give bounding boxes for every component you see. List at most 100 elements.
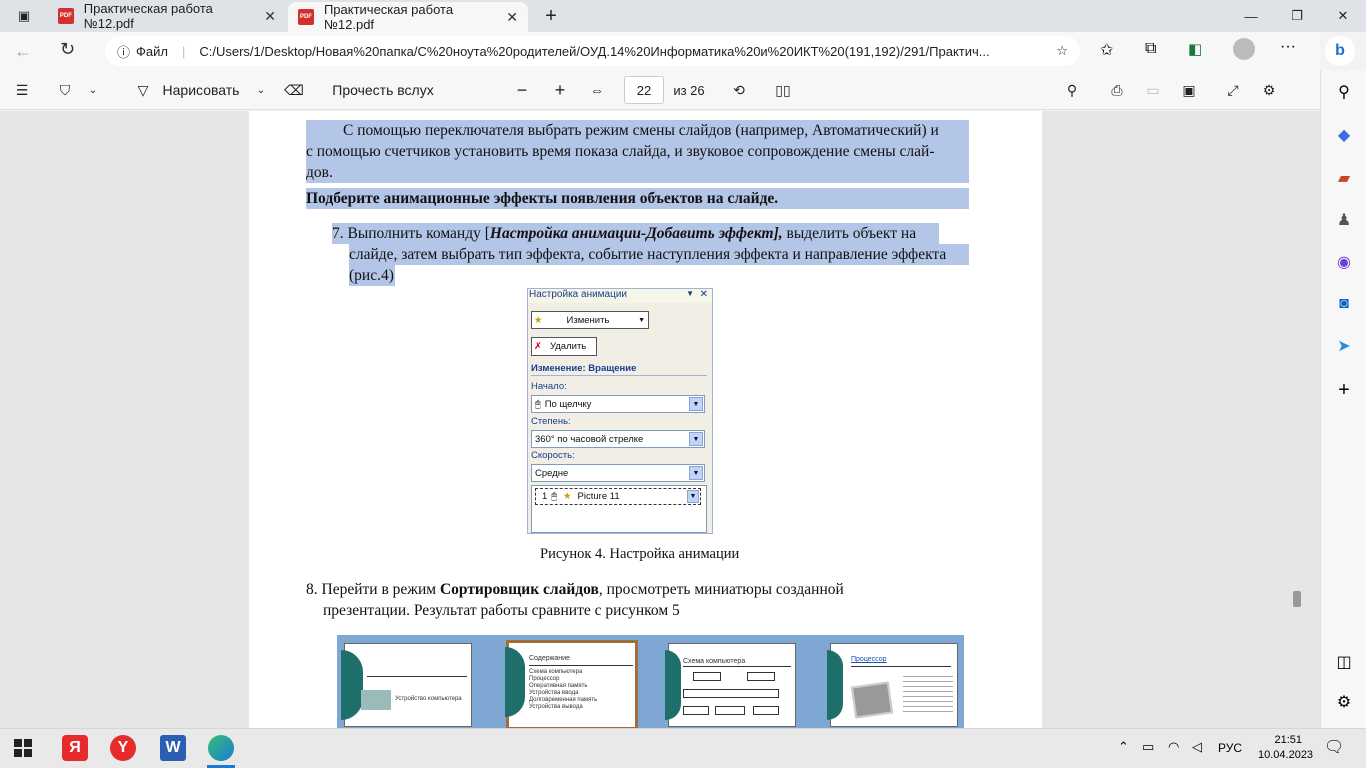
slide-thumbnail-selected: Содержание Схема компьютера Процессор Опер… [505, 640, 638, 728]
restore-icon[interactable]: ❐ [1274, 0, 1320, 32]
notifications-icon[interactable]: 🗨 [1324, 737, 1344, 757]
start-select: 🖱 По щелчку ▼ [531, 395, 705, 413]
chevron-down-icon[interactable]: ⌄ [252, 70, 270, 110]
search-icon[interactable]: ⚲ [1321, 72, 1366, 112]
shopping-tag-icon[interactable]: ◆ [1321, 115, 1366, 155]
figure-caption: Рисунок 4. Настройка анимации [540, 546, 740, 562]
rotate-icon[interactable]: ⟲ [728, 70, 750, 110]
section-heading: Подберите анимационные эффекты появления… [306, 188, 969, 209]
diagram-box [683, 689, 779, 698]
close-window-icon[interactable]: ✕ [1320, 0, 1366, 32]
divider: | [181, 43, 186, 59]
file-label: Файл [136, 43, 168, 59]
new-tab-icon[interactable]: + [528, 0, 574, 32]
chevron-down-icon: ▼ [689, 397, 703, 411]
change-button: ★ Изменить ▼ [531, 311, 649, 329]
zoom-out-icon[interactable]: − [510, 70, 534, 110]
chevron-up-icon[interactable]: ⌃ [1118, 739, 1129, 755]
page-view-icon[interactable]: ▯▯ [772, 70, 794, 110]
delete-button: ✗ Удалить [531, 337, 597, 356]
collections-icon[interactable]: ⧉ [1145, 40, 1156, 58]
diagram-box [747, 672, 775, 681]
highlight-icon[interactable]: ⛉ [50, 70, 80, 110]
draw-icon[interactable]: ▽ [130, 70, 156, 110]
word-icon[interactable]: W [160, 735, 186, 761]
language-indicator[interactable]: РУС [1218, 741, 1242, 755]
battery-icon[interactable]: ▭ [1142, 739, 1154, 755]
volume-icon[interactable]: ◁ [1192, 739, 1202, 755]
step-7-line: 7. Выполнить команду [Настройка анимации… [332, 223, 939, 244]
close-icon: ✕ [699, 289, 708, 300]
add-icon[interactable]: + [1321, 370, 1366, 410]
chevron-down-icon: ▼ [689, 432, 703, 446]
processor-chip-icon [850, 681, 894, 719]
paragraph-line: (рис.4) [349, 265, 395, 286]
tab-2-label: Практическая работа №12.pdf [323, 2, 454, 32]
draw-button[interactable]: Нарисовать [160, 70, 242, 110]
settings-gear-icon[interactable]: ⚙ [1321, 682, 1366, 722]
fit-page-icon[interactable]: ⇔ [585, 70, 609, 110]
tab-strip: ▣ PDF Практическая работа №12.pdf ✕ PDF … [0, 0, 1366, 32]
slide-title: Схема компьютера [683, 658, 746, 665]
tools-icon[interactable]: ▰ [1321, 158, 1366, 198]
avatar[interactable] [1233, 38, 1255, 60]
dropdown-icon: ▼ [638, 316, 645, 324]
minimize-icon[interactable]: — [1228, 0, 1274, 32]
fullscreen-icon[interactable]: ⤢ [1222, 70, 1244, 110]
divider [851, 666, 951, 667]
back-icon[interactable]: ← [14, 41, 32, 62]
split-view-icon[interactable]: ◫ [1321, 642, 1366, 682]
tab-2-active[interactable]: PDF Практическая работа №12.pdf ✕ [288, 2, 528, 32]
star-icon: ★ [563, 491, 572, 502]
slide-text: Устройство компьютера [395, 696, 462, 702]
send-icon[interactable]: ➤ [1321, 326, 1366, 366]
clock[interactable]: 21:51 10.04.2023 [1258, 733, 1313, 763]
tab-1[interactable]: PDF Практическая работа №12.pdf ✕ [48, 0, 286, 32]
favorites-icon[interactable]: ✩ [1100, 40, 1113, 60]
pdf-viewer: С помощью переключателя выбрать режим см… [0, 111, 1320, 728]
tab-actions-icon[interactable]: ▣ [0, 0, 48, 32]
start-icon[interactable] [14, 739, 32, 757]
slide-title: Процессор [851, 656, 887, 663]
settings-gear-icon[interactable]: ⚙ [1258, 70, 1280, 110]
url-field[interactable]: ⓘ Файл | C:/Users/1/Desktop/Новая%20папк… [105, 36, 1080, 66]
outlook-icon[interactable]: ◙ [1321, 284, 1366, 324]
close-icon[interactable]: ✕ [506, 9, 518, 26]
url-text: C:/Users/1/Desktop/Новая%20папка/C%20ноу… [199, 43, 990, 59]
page-number-input[interactable]: 22 [624, 76, 664, 104]
degree-select: 360° по часовой стрелке ▼ [531, 430, 705, 448]
refresh-icon[interactable]: ↻ [60, 39, 75, 60]
diagram-box [693, 672, 721, 681]
yandex-browser-icon[interactable]: Y [110, 735, 136, 761]
extension-icon[interactable]: ◧ [1188, 40, 1202, 58]
read-aloud-button[interactable]: Прочесть вслух [330, 70, 436, 110]
divider [683, 666, 791, 667]
zoom-in-icon[interactable]: + [548, 70, 572, 110]
games-icon[interactable]: ♟ [1321, 200, 1366, 240]
chevron-down-icon[interactable]: ⌄ [84, 70, 102, 110]
add-favorite-icon[interactable]: ☆ [1056, 43, 1068, 59]
more-icon[interactable]: ··· [1280, 38, 1296, 56]
bing-icon[interactable]: b [1325, 36, 1355, 66]
yandex-icon[interactable]: Я [62, 735, 88, 761]
speed-select: Средне ▼ [531, 464, 705, 482]
slide-title: Содержание [529, 655, 570, 662]
edge-icon[interactable] [208, 735, 234, 761]
address-bar: ← ↻ ⓘ Файл | C:/Users/1/Desktop/Новая%20… [0, 32, 1355, 70]
diagram-box [715, 706, 745, 715]
wifi-icon[interactable]: ◠ [1168, 739, 1179, 755]
contents-icon[interactable]: ☰ [8, 70, 36, 110]
pdf-toolbar: ☰ ⛉ ⌄ ▽ Нарисовать ⌄ ⌫ Прочесть вслух − … [0, 70, 1320, 110]
save-icon[interactable]: ▭ [1142, 70, 1164, 110]
scrollbar-thumb[interactable] [1293, 591, 1301, 607]
office-icon[interactable]: ◉ [1321, 242, 1366, 282]
page-total: из 26 [673, 82, 705, 98]
search-icon[interactable]: ⚲ [1062, 70, 1082, 110]
info-icon: ⓘ [117, 44, 131, 60]
step-8-line: 8. Перейти в режим Сортировщик слайдов, … [306, 581, 844, 598]
save-as-icon[interactable]: ▣ [1178, 70, 1200, 110]
close-icon[interactable]: ✕ [264, 8, 276, 25]
divider [529, 665, 633, 666]
print-icon[interactable]: ⎙ [1106, 70, 1128, 110]
eraser-icon[interactable]: ⌫ [282, 70, 306, 110]
